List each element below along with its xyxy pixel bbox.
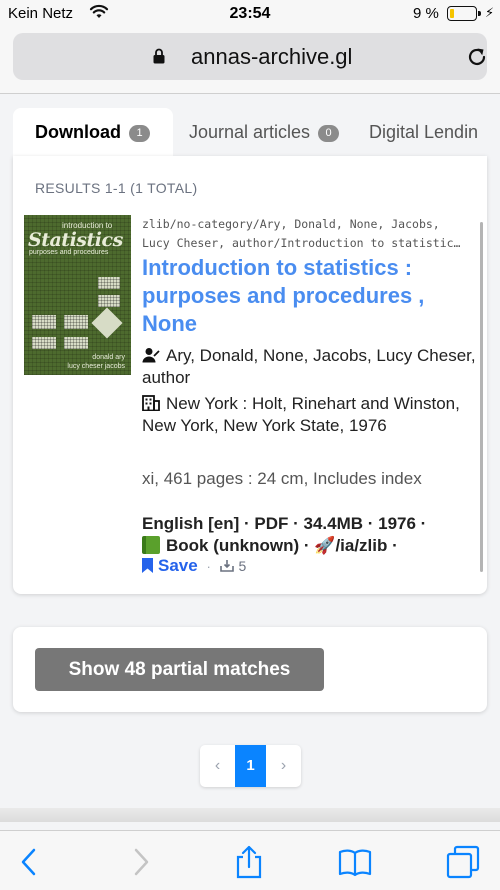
bookmark-icon <box>142 558 153 573</box>
current-page[interactable]: 1 <box>235 745 266 787</box>
download-count: 5 <box>219 558 246 574</box>
book-cover[interactable]: introduction to Statistics purposes and … <box>24 215 131 375</box>
separator: · <box>206 559 211 574</box>
book-open-icon[interactable] <box>338 845 372 879</box>
file-path: zlib/no-category/Ary, Donald, None, Jaco… <box>142 217 461 250</box>
tab-download[interactable]: Download 1 <box>13 108 173 156</box>
book-type: Book (unknown) · <box>166 536 310 555</box>
tab-digital-lending[interactable]: Digital Lendin <box>369 108 478 156</box>
meta-line: English [en] · PDF · 34.4MB · 1976 · Boo… <box>142 513 477 557</box>
building-icon <box>142 395 160 411</box>
battery-icon <box>447 6 481 21</box>
save-button[interactable]: Save <box>142 556 202 575</box>
results-card: RESULTS 1-1 (1 TOTAL) introduction to St… <box>13 156 487 594</box>
tab-journal-articles[interactable]: Journal articles 0 <box>189 108 340 156</box>
battery-percent: 9 % <box>413 5 439 22</box>
publisher-text: New York : Holt, Rinehart and Winston, N… <box>142 394 460 435</box>
rocket-icon: 🚀 <box>314 536 336 555</box>
download-tray-icon <box>219 560 234 572</box>
results-summary: RESULTS 1-1 (1 TOTAL) <box>35 180 198 196</box>
reload-icon[interactable] <box>465 45 489 69</box>
cover-subtitle-text: purposes and procedures <box>29 249 109 256</box>
result-title-link[interactable]: Introduction to statistics : purposes an… <box>142 254 477 338</box>
tab-label: Download <box>35 122 121 142</box>
source-label: /ia/zlib · <box>335 536 398 555</box>
user-icon <box>142 348 160 363</box>
battery-level <box>449 8 454 18</box>
cover-title-text: Statistics <box>28 229 123 251</box>
partial-matches-card: Show 48 partial matches <box>13 627 487 712</box>
forward-icon[interactable] <box>124 845 158 879</box>
author-text: Ary, Donald, None, Jacobs, Lucy Cheser, … <box>142 346 476 387</box>
count-badge: 1 <box>129 125 151 142</box>
tab-label: Digital Lendin <box>369 122 479 142</box>
actions-row: Save · 5 <box>142 556 246 576</box>
status-bar: Kein Netz 23:54 9 % ⚡ <box>0 0 500 28</box>
next-page-button[interactable]: › <box>266 745 301 787</box>
back-icon[interactable] <box>12 845 46 879</box>
save-label: Save <box>158 556 198 575</box>
tab-label: Journal articles <box>189 122 311 142</box>
url-text[interactable]: annas-archive.gl <box>191 44 352 70</box>
prev-page-button[interactable]: ‹ <box>200 745 235 787</box>
count-badge: 0 <box>318 125 340 142</box>
pagination: ‹ 1 › <box>200 745 301 787</box>
author-line: Ary, Donald, None, Jacobs, Lucy Cheser, … <box>142 345 477 389</box>
charging-icon: ⚡ <box>485 5 495 20</box>
green-book-icon <box>142 536 160 554</box>
page-footer-edge <box>0 808 500 822</box>
format-info: English [en] · PDF · 34.4MB · 1976 · <box>142 514 427 533</box>
lock-icon <box>153 48 165 64</box>
tabs-icon[interactable] <box>446 845 480 879</box>
show-partial-matches-button[interactable]: Show 48 partial matches <box>35 648 324 691</box>
address-bar[interactable]: annas-archive.gl <box>13 33 487 80</box>
description: xi, 461 pages : 24 cm, Includes index <box>142 469 422 488</box>
scrollbar[interactable] <box>480 222 483 572</box>
browser-address-area: annas-archive.gl <box>0 28 500 94</box>
result-tabs: Download 1 Journal articles 0 Digital Le… <box>0 108 500 156</box>
share-icon[interactable] <box>232 845 266 879</box>
browser-toolbar <box>0 830 500 890</box>
publisher-line: New York : Holt, Rinehart and Winston, N… <box>142 393 477 437</box>
cover-authors: donald ary lucy cheser jacobs <box>67 354 125 370</box>
